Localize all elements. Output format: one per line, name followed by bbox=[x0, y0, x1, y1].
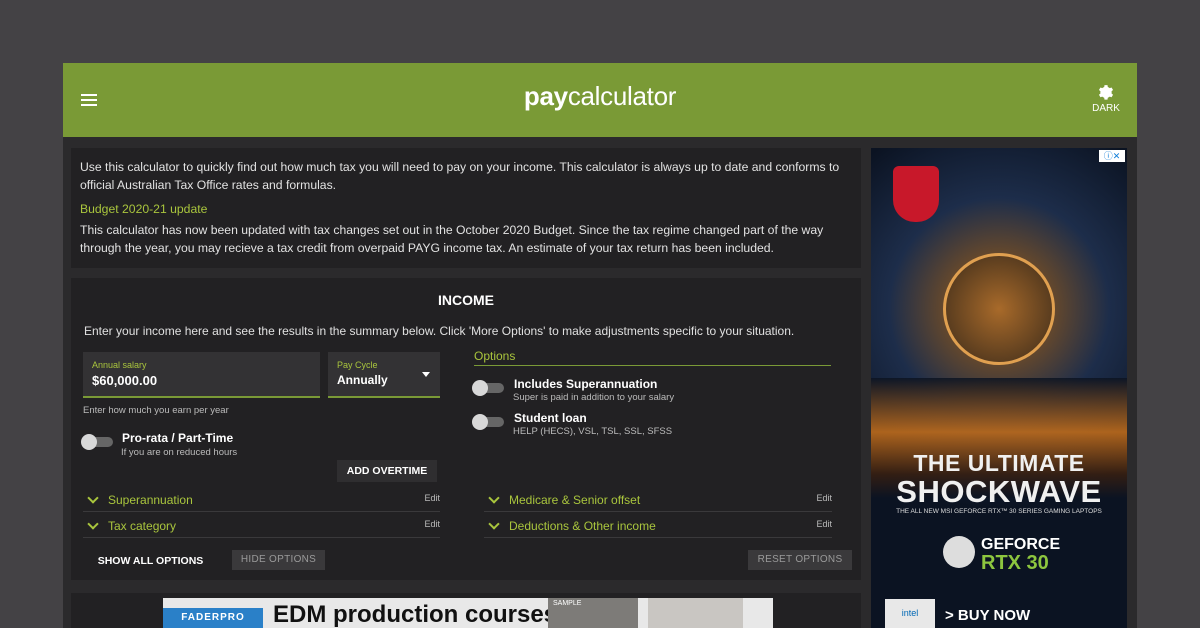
msi-shield-logo bbox=[893, 166, 939, 222]
app-window: paycalculator DARK Use this calculator t… bbox=[63, 63, 1137, 628]
pay-cycle-select[interactable]: Pay Cycle Annually bbox=[328, 352, 440, 398]
superannuation-toggle[interactable] bbox=[472, 380, 504, 396]
accordion-title: Tax category bbox=[108, 519, 177, 533]
ad-subline: THE ALL NEW MSI GEFORCE RTX™ 30 SERIES G… bbox=[896, 508, 1102, 515]
dark-label: DARK bbox=[1092, 103, 1120, 114]
accordion-medicare[interactable]: Medicare & Senior offset Edit bbox=[484, 491, 832, 512]
accordion-title: Superannuation bbox=[108, 493, 193, 507]
reset-options-button[interactable]: RESET OPTIONS bbox=[748, 550, 852, 570]
accordion-deductions[interactable]: Deductions & Other income Edit bbox=[484, 517, 832, 538]
super-sub: Super is paid in addition to your salary bbox=[513, 392, 675, 403]
geforce-rtx-badge: GEFORCE RTX 30 bbox=[943, 536, 1063, 576]
bottom-ad-banner[interactable]: FADERPRO EDM production courses SAMPLE bbox=[163, 598, 773, 628]
update-title: Budget 2020-21 update bbox=[80, 202, 208, 216]
header-bar: paycalculator DARK bbox=[63, 63, 1137, 137]
intel-logo: intel bbox=[885, 599, 935, 628]
pay-cycle-value: Annually bbox=[337, 373, 388, 387]
edit-link[interactable]: Edit bbox=[816, 493, 832, 503]
prorata-title: Pro-rata / Part-Time bbox=[122, 431, 234, 445]
edit-link[interactable]: Edit bbox=[424, 519, 440, 529]
accordion-title: Deductions & Other income bbox=[509, 519, 656, 533]
pay-cycle-label: Pay Cycle bbox=[337, 360, 378, 370]
ad-headline-1: THE ULTIMATE bbox=[913, 450, 1085, 476]
loan-sub: HELP (HECS), VSL, TSL, SSL, SFSS bbox=[513, 426, 673, 437]
ad-thumbnail-person bbox=[648, 598, 743, 628]
nvidia-eye-icon bbox=[943, 536, 975, 568]
intro-panel: Use this calculator to quickly find out … bbox=[71, 148, 861, 268]
prorata-sub: If you are on reduced hours bbox=[121, 447, 238, 458]
chevron-down-icon bbox=[488, 492, 500, 504]
accordion-superannuation[interactable]: Superannuation Edit bbox=[83, 491, 440, 512]
dragon-medal-logo bbox=[943, 253, 1055, 365]
edit-link[interactable]: Edit bbox=[816, 519, 832, 529]
faderpro-logo: FADERPRO bbox=[163, 608, 263, 628]
caret-down-icon bbox=[422, 372, 430, 377]
annual-salary-field[interactable]: Annual salary $60,000.00 bbox=[83, 352, 320, 398]
edit-link[interactable]: Edit bbox=[424, 493, 440, 503]
salary-hint: Enter how much you earn per year bbox=[83, 405, 229, 416]
student-loan-toggle[interactable] bbox=[472, 414, 504, 430]
buy-now-button[interactable]: > BUY NOW bbox=[945, 607, 1030, 624]
side-ad-banner[interactable]: ⓘ✕ THE ULTIMATE SHOCKWAVE THE ALL NEW MS… bbox=[871, 148, 1127, 628]
options-heading: Options bbox=[474, 349, 831, 366]
ad-headline: EDM production courses bbox=[273, 601, 558, 628]
intro-text: Use this calculator to quickly find out … bbox=[80, 160, 840, 192]
chevron-down-icon bbox=[87, 518, 99, 530]
income-panel: INCOME Enter your income here and see th… bbox=[71, 278, 861, 580]
accordion-tax-category[interactable]: Tax category Edit bbox=[83, 517, 440, 538]
income-description: Enter your income here and see the resul… bbox=[84, 324, 795, 338]
accordion-title: Medicare & Senior offset bbox=[509, 493, 641, 507]
update-text: This calculator has now been updated wit… bbox=[80, 223, 824, 255]
show-all-options-button[interactable]: SHOW ALL OPTIONS bbox=[83, 550, 218, 572]
dark-mode-toggle[interactable]: DARK bbox=[1091, 83, 1121, 114]
rtx-label: RTX 30 bbox=[981, 552, 1049, 574]
logo[interactable]: paycalculator bbox=[63, 81, 1137, 112]
super-title: Includes Superannuation bbox=[514, 377, 658, 391]
salary-label: Annual salary bbox=[92, 360, 147, 370]
ad-headline-2: SHOCKWAVE bbox=[896, 474, 1102, 509]
income-title: INCOME bbox=[438, 292, 494, 308]
hide-options-button[interactable]: HIDE OPTIONS bbox=[232, 550, 325, 570]
chevron-down-icon bbox=[488, 518, 500, 530]
ad-close-icon[interactable]: ⓘ✕ bbox=[1099, 150, 1125, 162]
salary-value[interactable]: $60,000.00 bbox=[92, 373, 311, 388]
loan-title: Student loan bbox=[514, 411, 587, 425]
add-overtime-button[interactable]: ADD OVERTIME bbox=[337, 460, 437, 482]
prorata-toggle[interactable] bbox=[81, 434, 113, 450]
gear-icon bbox=[1098, 85, 1114, 100]
chevron-down-icon bbox=[87, 492, 99, 504]
ad-thumbnail-text: SAMPLE bbox=[553, 600, 582, 607]
